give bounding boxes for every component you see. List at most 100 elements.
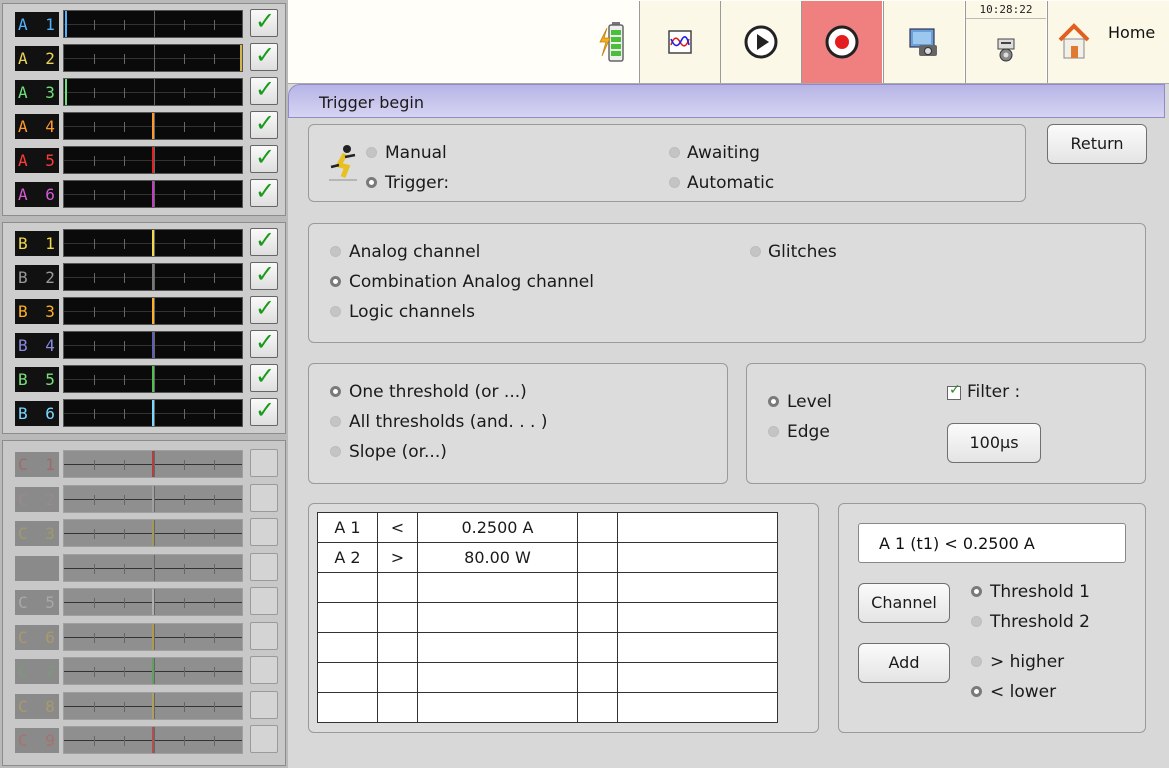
return-button[interactable]: Return [1047,124,1147,164]
play-icon [744,25,778,59]
channel-enable-checkbox[interactable]: ✓ [250,260,278,290]
scope-view-button[interactable] [639,1,720,83]
channel-enable-checkbox[interactable]: ✓ [250,143,278,173]
radio-threshold-1[interactable] [971,586,982,597]
channel-row[interactable]: A 3 ✓ [11,75,281,107]
channel-row[interactable]: A 1 ✓ [11,7,281,39]
snapshot-button[interactable] [883,1,964,83]
channel-enable-checkbox[interactable]: ✓ [250,328,278,358]
channel-group-b: B 1 ✓ B 2 ✓ B 3 ✓ B 4 ✓ B 5 ✓ B 6 ✓ [2,222,286,434]
channel-enable-checkbox[interactable] [250,587,278,615]
table-row[interactable] [317,632,778,663]
table-row[interactable]: A 1 <0.2500 A [317,512,778,543]
channel-enable-checkbox[interactable]: ✓ [250,396,278,426]
channel-row[interactable]: B 1 ✓ [11,226,281,258]
threshold-mode-box: One threshold (or ...) All thresholds (a… [308,363,728,484]
channel-enable-checkbox[interactable]: ✓ [250,177,278,207]
radio-threshold-2[interactable] [971,616,982,627]
channel-button[interactable]: Channel [858,583,950,623]
channel-enable-checkbox[interactable] [250,621,278,650]
channel-row[interactable]: C 8 [11,690,281,721]
table-cell [317,662,378,693]
radio-combination-analog[interactable] [330,276,341,287]
channel-enable-checkbox[interactable] [250,656,278,684]
radio-slope[interactable] [330,446,341,457]
channel-row[interactable]: B 5 ✓ [11,362,281,394]
channel-row[interactable]: B 6 ✓ [11,396,281,428]
table-row[interactable] [317,572,778,603]
channel-enable-checkbox[interactable] [250,552,278,581]
radio-automatic[interactable] [669,177,680,188]
channel-trace [152,113,154,139]
channel-row[interactable]: A 5 ✓ [11,143,281,175]
radio-lower[interactable] [971,686,982,697]
channel-row[interactable]: C 7 [11,656,281,686]
channel-row[interactable]: C 1 [11,449,281,479]
table-cell [317,632,378,663]
channel-enable-checkbox[interactable]: ✓ [250,226,278,256]
channel-row[interactable]: A 6 ✓ [11,177,281,209]
channel-mini-scope [63,399,243,427]
channel-row[interactable]: C 2 [11,483,281,514]
filter-checkbox[interactable]: ✓ [947,382,961,400]
record-button[interactable] [801,1,882,83]
add-button[interactable]: Add [858,643,950,683]
channel-enable-checkbox[interactable]: ✓ [250,294,278,324]
table-cell: A 2 [317,542,378,573]
table-cell [617,602,778,633]
radio-edge[interactable] [768,426,779,437]
channel-row[interactable]: B 2 ✓ [11,260,281,292]
table-cell [577,602,618,633]
channel-enable-checkbox[interactable]: ✓ [250,362,278,392]
channel-row[interactable]: C 5 [11,587,281,617]
channel-row[interactable] [11,552,281,583]
channel-row[interactable]: B 4 ✓ [11,328,281,360]
label-trigger: Trigger: [385,173,450,193]
channel-row[interactable]: C 9 [11,725,281,755]
home-button[interactable]: Home [1047,1,1169,83]
channel-row[interactable]: B 3 ✓ [11,294,281,326]
channel-row[interactable]: A 2 ✓ [11,41,281,73]
channel-trace [152,181,154,207]
channel-enable-checkbox[interactable]: ✓ [250,7,278,37]
radio-glitches[interactable] [750,246,761,257]
table-row[interactable] [317,602,778,633]
clock-settings-button[interactable]: 10:28:22 [965,1,1046,83]
radio-analog-channel[interactable] [330,246,341,257]
play-button[interactable] [720,1,801,83]
channel-enable-checkbox[interactable] [250,483,278,512]
table-row[interactable] [317,662,778,693]
channel-enable-checkbox[interactable] [250,690,278,719]
channel-enable-checkbox[interactable] [250,449,278,477]
radio-logic-channels[interactable] [330,306,341,317]
table-cell [617,572,778,603]
radio-higher[interactable] [971,656,982,667]
radio-one-threshold[interactable] [330,386,341,397]
label-automatic: Automatic [687,173,775,193]
channel-label: C 2 [15,486,59,512]
channel-enable-checkbox[interactable]: ✓ [250,41,278,71]
radio-trigger[interactable] [366,177,377,188]
radio-all-thresholds[interactable] [330,416,341,427]
radio-awaiting[interactable] [669,147,680,158]
channel-label: C 7 [15,659,59,684]
table-row[interactable]: A 2 >80.00 W [317,542,778,573]
table-row[interactable] [317,692,778,723]
channel-row[interactable]: C 6 [11,621,281,652]
radio-manual[interactable] [366,147,377,158]
channel-enable-checkbox[interactable] [250,725,278,753]
channel-enable-checkbox[interactable] [250,518,278,546]
channel-row[interactable]: A 4 ✓ [11,109,281,141]
channel-enable-checkbox[interactable]: ✓ [250,75,278,105]
home-label: Home [1108,23,1156,42]
label-filter: Filter : [967,382,1021,402]
channel-label: B 4 [15,333,59,358]
channel-enable-checkbox[interactable]: ✓ [250,109,278,139]
checkmark-icon: ✓ [255,177,276,205]
battery-charging-icon [599,22,624,62]
channel-row[interactable]: C 3 [11,518,281,548]
condition-text-field[interactable]: A 1 (t1) < 0.2500 A [858,523,1126,563]
filter-value-button[interactable]: 100µs [947,423,1041,463]
radio-level[interactable] [768,396,779,407]
label-analog-channel: Analog channel [349,242,481,262]
